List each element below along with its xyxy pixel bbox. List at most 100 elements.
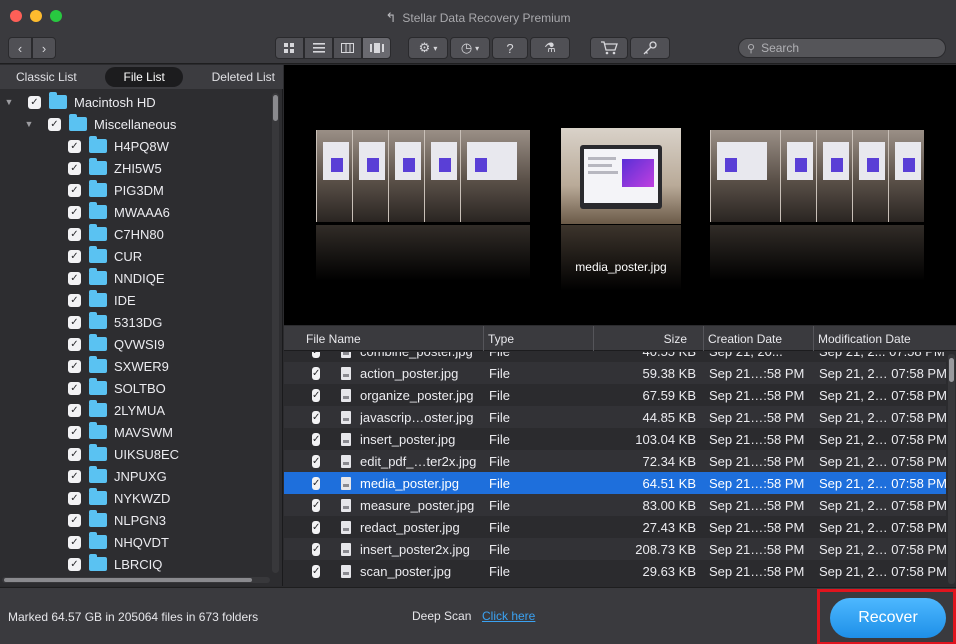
scrollbar-thumb[interactable] (949, 358, 954, 382)
coverflow-selected-image[interactable] (561, 128, 681, 224)
coverflow-thumbnail[interactable] (852, 130, 888, 222)
checkbox[interactable]: ✓ (68, 359, 81, 373)
tree-item-root[interactable]: ▼ ✓ Macintosh HD (0, 91, 156, 113)
history-menu-button[interactable]: ◷ ▾ (450, 37, 490, 59)
tree-item-folder[interactable]: ✓ LBRCIQ (0, 553, 162, 575)
table-row-selected[interactable]: ✓ media_poster.jpg File 64.51 KB Sep 21…:58 … (284, 472, 946, 494)
tree-item-folder[interactable]: ✓ QVWSI9 (0, 333, 165, 355)
tools-button[interactable]: ⚗ (530, 37, 570, 59)
tab-classic-list[interactable]: Classic List (16, 67, 95, 87)
checkbox[interactable]: ✓ (312, 454, 321, 468)
checkbox[interactable]: ✓ (68, 513, 81, 527)
checkbox[interactable]: ✓ (68, 403, 81, 417)
checkbox[interactable]: ✓ (68, 293, 81, 307)
tree-item-folder[interactable]: ✓ SXWER9 (0, 355, 169, 377)
column-view-button[interactable] (333, 37, 362, 59)
search-field[interactable]: ⚲ (738, 38, 946, 58)
tree-item-folder[interactable]: ✓ JNPUXG (0, 465, 167, 487)
tree-item-folder[interactable]: ✓ MWAAA6 (0, 201, 170, 223)
checkbox[interactable]: ✓ (312, 542, 321, 556)
table-row-partial[interactable]: ✓ combine_poster.jpg File 40.55 KB Sep 21, 2… (284, 352, 946, 362)
column-header-file-name[interactable]: File Name (284, 326, 484, 351)
checkbox[interactable]: ✓ (68, 249, 81, 263)
scrollbar-thumb[interactable] (273, 95, 278, 121)
tree-vertical-scrollbar[interactable] (272, 93, 279, 573)
checkbox[interactable]: ✓ (68, 315, 81, 329)
coverflow-thumbnail[interactable] (388, 130, 424, 222)
coverflow-thumbnail[interactable] (816, 130, 852, 222)
checkbox[interactable]: ✓ (68, 183, 81, 197)
coverflow-thumbnail[interactable] (316, 130, 352, 222)
table-vertical-scrollbar[interactable] (948, 354, 955, 584)
settings-menu-button[interactable]: ⚙ ▾ (408, 37, 448, 59)
checkbox[interactable]: ✓ (68, 425, 81, 439)
tree-horizontal-scrollbar[interactable] (2, 577, 270, 583)
table-row[interactable]: ✓ measure_poster.jpg File 83.00 KB Sep 21…:5… (284, 494, 946, 516)
column-header-modification-date[interactable]: Modification Date (814, 326, 956, 351)
checkbox[interactable]: ✓ (68, 447, 81, 461)
tree-item-folder[interactable]: ✓ ZHI5W5 (0, 157, 162, 179)
disclosure-triangle-icon[interactable]: ▼ (4, 97, 14, 107)
checkbox[interactable]: ✓ (68, 491, 81, 505)
checkbox[interactable]: ✓ (68, 535, 81, 549)
tree-item-folder[interactable]: ✓ CUR (0, 245, 142, 267)
checkbox[interactable]: ✓ (68, 381, 81, 395)
coverflow-thumbnail[interactable] (710, 130, 780, 222)
checkbox[interactable]: ✓ (68, 469, 81, 483)
checkbox[interactable]: ✓ (28, 95, 41, 109)
checkbox[interactable]: ✓ (68, 271, 81, 285)
tree-item-folder[interactable]: ✓ PIG3DM (0, 179, 164, 201)
coverflow-thumbnail[interactable] (352, 130, 388, 222)
checkbox[interactable]: ✓ (312, 352, 321, 358)
table-row[interactable]: ✓ redact_poster.jpg File 27.43 KB Sep 21…:58… (284, 516, 946, 538)
checkbox[interactable]: ✓ (68, 205, 81, 219)
tree-item-folder[interactable]: ✓ C7HN80 (0, 223, 164, 245)
checkbox[interactable]: ✓ (68, 139, 81, 153)
tree-item-folder[interactable]: ✓ NYKWZD (0, 487, 170, 509)
column-header-size[interactable]: Size (594, 326, 704, 351)
tree-item-folder[interactable]: ✓ NNDIQE (0, 267, 165, 289)
deep-scan-link[interactable]: Click here (482, 609, 535, 623)
checkbox[interactable]: ✓ (312, 366, 321, 380)
checkbox[interactable]: ✓ (312, 564, 321, 578)
tab-deleted-list[interactable]: Deleted List (194, 67, 275, 87)
coverflow-thumbnail[interactable] (888, 130, 924, 222)
recover-button[interactable]: Recover (830, 598, 946, 638)
checkbox[interactable]: ✓ (68, 557, 81, 571)
nav-forward-button[interactable]: › (32, 37, 56, 59)
checkbox[interactable]: ✓ (312, 476, 321, 490)
coverflow-thumbnail[interactable] (780, 130, 816, 222)
disclosure-triangle-icon[interactable]: ▼ (24, 119, 34, 129)
coverflow-thumbnail[interactable] (460, 130, 530, 222)
icon-view-button[interactable] (275, 37, 304, 59)
table-row[interactable]: ✓ javascrip…oster.jpg File 44.85 KB Sep 21…:… (284, 406, 946, 428)
checkbox[interactable]: ✓ (312, 410, 321, 424)
tree-item-folder[interactable]: ✓ NLPGN3 (0, 509, 166, 531)
tree-item-folder[interactable]: ✓ UIKSU8EC (0, 443, 179, 465)
checkbox[interactable]: ✓ (312, 498, 321, 512)
checkbox[interactable]: ✓ (68, 227, 81, 241)
tree-item-folder[interactable]: ✓ SOLTBO (0, 377, 166, 399)
coverflow-thumbnail[interactable] (424, 130, 460, 222)
nav-back-button[interactable]: ‹ (8, 37, 32, 59)
tree-item-folder[interactable]: ✓ 5313DG (0, 311, 162, 333)
buy-button[interactable] (590, 37, 628, 59)
checkbox[interactable]: ✓ (68, 161, 81, 175)
coverflow-view-button[interactable] (362, 37, 391, 59)
search-input[interactable] (761, 41, 932, 55)
help-button[interactable]: ? (492, 37, 528, 59)
tree-item-folder[interactable]: ✓ H4PQ8W (0, 135, 169, 157)
list-view-button[interactable] (304, 37, 333, 59)
column-header-creation-date[interactable]: Creation Date (704, 326, 814, 351)
tree-item-folder[interactable]: ✓ 2LYMUA (0, 399, 165, 421)
table-row[interactable]: ✓ scan_poster.jpg File 29.63 KB Sep 21…:58 P… (284, 560, 946, 582)
table-row[interactable]: ✓ insert_poster.jpg File 103.04 KB Sep 21…:5… (284, 428, 946, 450)
checkbox[interactable]: ✓ (48, 117, 61, 131)
tree-item-group[interactable]: ▼ ✓ Miscellaneous (0, 113, 176, 135)
column-header-type[interactable]: Type (484, 326, 594, 351)
checkbox[interactable]: ✓ (312, 520, 321, 534)
tab-file-list[interactable]: File List (105, 67, 183, 87)
table-row[interactable]: ✓ insert_poster2x.jpg File 208.73 KB Sep 21…… (284, 538, 946, 560)
checkbox[interactable]: ✓ (312, 432, 321, 446)
table-row[interactable]: ✓ action_poster.jpg File 59.38 KB Sep 21…:58… (284, 362, 946, 384)
